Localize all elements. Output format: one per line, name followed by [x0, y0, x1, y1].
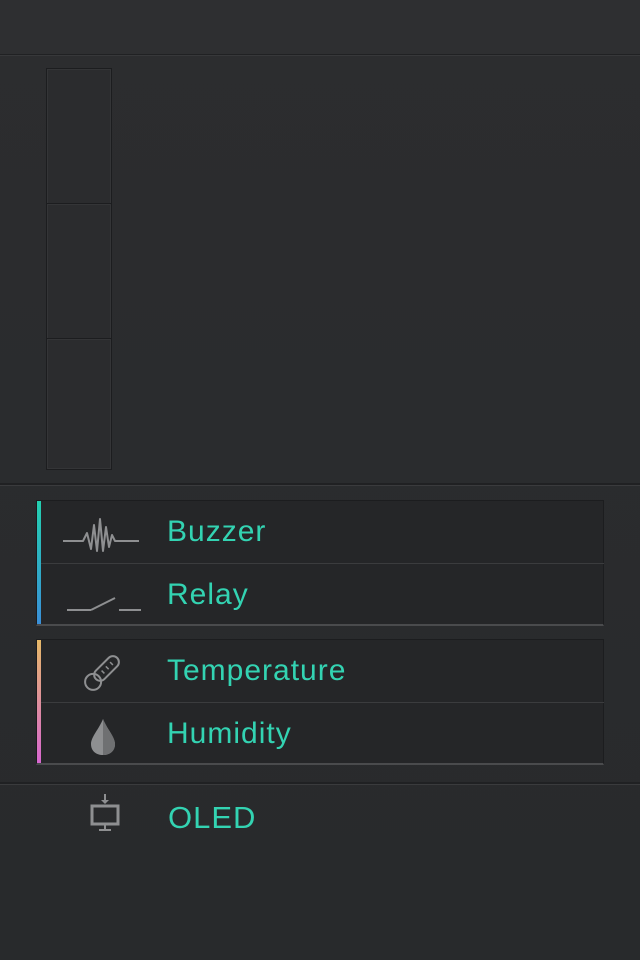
list-item-relay[interactable]: Relay	[41, 564, 604, 626]
list-item-buzzer[interactable]: Buzzer	[41, 501, 604, 564]
outputs-group: Buzzer Relay	[36, 500, 604, 626]
list-item-temperature[interactable]: Temperature	[41, 640, 604, 703]
top-bar	[0, 0, 640, 55]
buzzer-label: Buzzer	[167, 515, 267, 548]
module-slot[interactable]	[46, 203, 112, 340]
thermometer-icon	[84, 655, 120, 691]
list-item-humidity[interactable]: Humidity	[41, 703, 604, 765]
oled-display-icon	[90, 794, 120, 831]
humidity-label: Humidity	[167, 717, 292, 750]
relay-switch-icon	[67, 597, 141, 611]
sensors-group: Temperature Humidity	[36, 639, 604, 765]
temperature-label: Temperature	[167, 654, 347, 687]
section-divider	[0, 483, 640, 485]
buzzer-waveform-icon	[63, 518, 139, 552]
list-item-oled[interactable]: OLED	[40, 788, 600, 850]
module-slots	[46, 68, 112, 470]
water-drop-icon	[91, 719, 115, 755]
oled-label: OLED	[168, 800, 257, 835]
app-screen: Buzzer Relay Temperature Humidity OLED	[0, 0, 640, 960]
section-divider	[0, 782, 640, 784]
relay-label: Relay	[167, 578, 249, 611]
module-slot[interactable]	[46, 68, 112, 205]
module-slot[interactable]	[46, 338, 112, 470]
